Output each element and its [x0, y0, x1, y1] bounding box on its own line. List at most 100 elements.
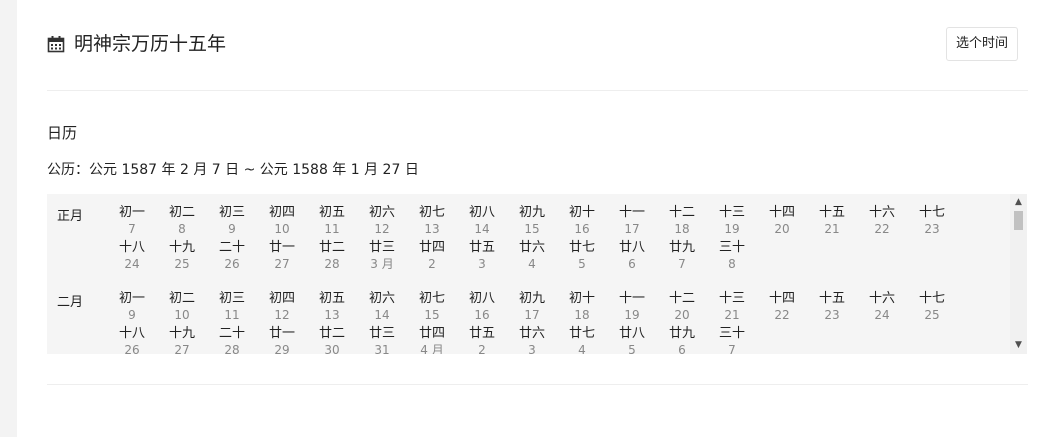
- solar-date: 26: [224, 257, 240, 271]
- day-cell[interactable]: 初五 11: [307, 205, 357, 240]
- lunar-day: 初五: [318, 291, 345, 306]
- day-cell[interactable]: 廿一 29: [257, 326, 307, 354]
- day-cell[interactable]: 初八 14: [457, 205, 507, 240]
- day-cell[interactable]: 廿六 4: [507, 240, 557, 275]
- section-title: 日历: [47, 124, 78, 142]
- day-cell[interactable]: 十三 19: [707, 205, 757, 240]
- lunar-day: 初七: [418, 205, 445, 220]
- day-cell[interactable]: 廿六 3: [507, 326, 557, 354]
- day-cell[interactable]: 十九 27: [157, 326, 207, 354]
- day-cell[interactable]: 初二 10: [157, 291, 207, 326]
- day-cell[interactable]: 初七 13: [407, 205, 457, 240]
- day-cell[interactable]: 廿一 27: [257, 240, 307, 275]
- day-cell[interactable]: 初三 9: [207, 205, 257, 240]
- day-cell[interactable]: 二十 26: [207, 240, 257, 275]
- day-cell[interactable]: 初七 15: [407, 291, 457, 326]
- day-cell[interactable]: 十四 20: [757, 205, 807, 240]
- day-cell[interactable]: 十五 21: [807, 205, 857, 240]
- day-cell[interactable]: 廿八 5: [607, 326, 657, 354]
- day-cell[interactable]: 十二 20: [657, 291, 707, 326]
- day-cell[interactable]: 廿七 4: [557, 326, 607, 354]
- day-cell[interactable]: 十一 17: [607, 205, 657, 240]
- day-cell[interactable]: 初一 9: [107, 291, 157, 326]
- day-cell[interactable]: 初五 13: [307, 291, 357, 326]
- day-cell[interactable]: 廿九 6: [657, 326, 707, 354]
- day-cell[interactable]: 十七 25: [907, 291, 957, 326]
- day-cell[interactable]: 二十 28: [207, 326, 257, 354]
- solar-date: 7: [128, 222, 136, 236]
- solar-date: 27: [174, 343, 190, 354]
- day-cell[interactable]: 初八 16: [457, 291, 507, 326]
- day-cell[interactable]: 初三 11: [207, 291, 257, 326]
- lunar-calendar-panel[interactable]: 正月 初一 7 初二 8 初三 9 初四 10 初五 11 初六 12 初七 13 初八 14 初九 15 初十 16 十…: [47, 194, 1027, 354]
- solar-date: 18: [574, 308, 590, 322]
- day-cell[interactable]: 廿二 30: [307, 326, 357, 354]
- day-cell[interactable]: 十七 23: [907, 205, 957, 240]
- lunar-day: 二十: [218, 240, 245, 255]
- solar-date: 30: [324, 343, 340, 354]
- solar-date: 4: [528, 257, 536, 271]
- day-cell[interactable]: 初十 16: [557, 205, 607, 240]
- month-block: 二月 初一 9 初二 10 初三 11 初四 12 初五 13 初六 14 初七 15 初八 16 初九 17 初十 1…: [47, 280, 1010, 354]
- date-range-text: 公历：公元 1587 年 2 月 7 日 ~ 公元 1588 年 1 月 27 …: [47, 162, 419, 178]
- day-cell[interactable]: 十六 22: [857, 205, 907, 240]
- solar-date: 28: [224, 343, 240, 354]
- day-cell[interactable]: 廿四 2: [407, 240, 457, 275]
- lunar-day: 十九: [168, 240, 195, 255]
- lunar-day: 初七: [418, 291, 445, 306]
- day-cell[interactable]: 廿五 3: [457, 240, 507, 275]
- solar-date: 17: [524, 308, 540, 322]
- day-cell[interactable]: 十一 19: [607, 291, 657, 326]
- day-cell[interactable]: 廿八 6: [607, 240, 657, 275]
- solar-date: 21: [824, 222, 840, 236]
- scroll-up-arrow-icon[interactable]: ▲: [1010, 194, 1027, 211]
- day-cell[interactable]: 十三 21: [707, 291, 757, 326]
- solar-date: 16: [574, 222, 590, 236]
- day-cell[interactable]: 初一 7: [107, 205, 157, 240]
- day-cell[interactable]: 廿四 4 月: [407, 326, 457, 354]
- solar-date: 6: [678, 343, 686, 354]
- pick-time-button[interactable]: 选个时间: [945, 27, 1018, 61]
- lunar-day: 十六: [868, 291, 895, 306]
- day-cell[interactable]: 十五 23: [807, 291, 857, 326]
- solar-date: 13: [424, 222, 440, 236]
- calendar-icon: [47, 36, 65, 53]
- day-cell[interactable]: 初四 10: [257, 205, 307, 240]
- day-cell[interactable]: 廿二 28: [307, 240, 357, 275]
- scrollbar-thumb[interactable]: [1014, 211, 1023, 230]
- day-cell[interactable]: 初十 18: [557, 291, 607, 326]
- day-cell[interactable]: 十八 24: [107, 240, 157, 275]
- day-cell[interactable]: 初二 8: [157, 205, 207, 240]
- day-cell[interactable]: 初九 15: [507, 205, 557, 240]
- day-cell[interactable]: 十四 22: [757, 291, 807, 326]
- day-cell[interactable]: 初四 12: [257, 291, 307, 326]
- lunar-day: 廿七: [568, 326, 595, 341]
- day-cell[interactable]: 廿七 5: [557, 240, 607, 275]
- lunar-day: 初四: [268, 291, 295, 306]
- day-cell[interactable]: 三十 7: [707, 326, 757, 354]
- vertical-scrollbar[interactable]: ▲ ▼: [1010, 194, 1027, 354]
- calendar-scroll-area[interactable]: 正月 初一 7 初二 8 初三 9 初四 10 初五 11 初六 12 初七 13 初八 14 初九 15 初十 16 十…: [47, 194, 1010, 354]
- lunar-day: 初二: [168, 205, 195, 220]
- day-cell[interactable]: 初六 14: [357, 291, 407, 326]
- day-cell[interactable]: 初九 17: [507, 291, 557, 326]
- day-cell[interactable]: 十九 25: [157, 240, 207, 275]
- day-cell[interactable]: 廿五 2: [457, 326, 507, 354]
- lunar-day: 十二: [668, 205, 695, 220]
- day-cell[interactable]: 廿三 3 月: [357, 240, 407, 275]
- day-cell[interactable]: 初六 12: [357, 205, 407, 240]
- day-cell[interactable]: 廿九 7: [657, 240, 707, 275]
- solar-date: 31: [374, 343, 390, 354]
- lunar-day: 十一: [618, 291, 645, 306]
- day-cell[interactable]: 十六 24: [857, 291, 907, 326]
- day-cell[interactable]: 廿三 31: [357, 326, 407, 354]
- lunar-day: 十九: [168, 326, 195, 341]
- day-cell[interactable]: 十二 18: [657, 205, 707, 240]
- solar-date: 29: [274, 343, 290, 354]
- day-cell[interactable]: 十八 26: [107, 326, 157, 354]
- scroll-down-arrow-icon[interactable]: ▼: [1010, 337, 1027, 354]
- lunar-day: 廿七: [568, 240, 595, 255]
- day-cell[interactable]: 三十 8: [707, 240, 757, 275]
- solar-date: 19: [724, 222, 740, 236]
- solar-date: 12: [374, 222, 390, 236]
